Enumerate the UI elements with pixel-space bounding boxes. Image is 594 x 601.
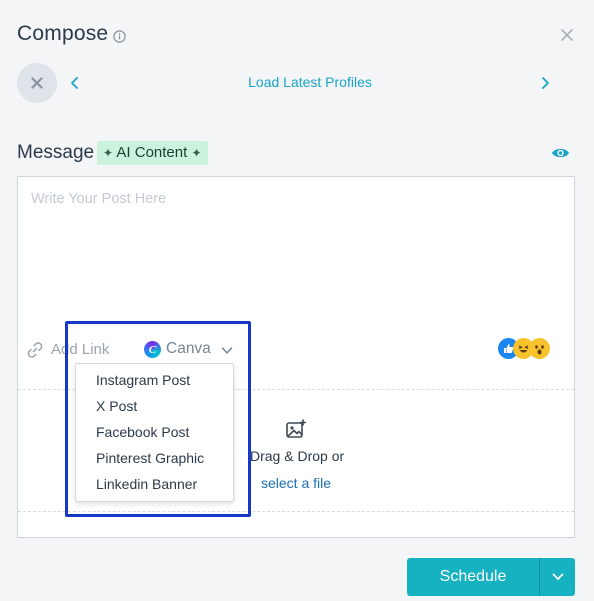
load-latest-profiles-link[interactable]: Load Latest Profiles bbox=[200, 74, 420, 90]
image-add-icon bbox=[286, 419, 306, 438]
remove-profile-button[interactable] bbox=[17, 63, 57, 103]
select-file-link[interactable]: select a file bbox=[261, 475, 331, 491]
chevron-right-icon[interactable] bbox=[538, 75, 552, 91]
canva-dropdown-menu: Instagram Post X Post Facebook Post Pint… bbox=[75, 363, 234, 502]
editor-toolbar: Add Link C Canva bbox=[18, 335, 574, 365]
menu-item-facebook-post[interactable]: Facebook Post bbox=[96, 424, 189, 440]
sparkle-icon: ✦ bbox=[191, 146, 202, 160]
wow-emoji-icon bbox=[529, 338, 550, 359]
close-icon[interactable] bbox=[560, 28, 574, 42]
info-icon[interactable] bbox=[113, 30, 126, 43]
ai-content-button[interactable]: ✦ AI Content ✦ bbox=[97, 141, 208, 165]
compose-panel: Compose Load Latest Profiles Message ✦ A… bbox=[0, 0, 594, 601]
sparkle-icon: ✦ bbox=[103, 146, 114, 160]
drag-drop-text: Drag & Drop or bbox=[250, 448, 345, 464]
emoji-reactions-icon[interactable] bbox=[498, 337, 558, 361]
menu-item-instagram-post[interactable]: Instagram Post bbox=[96, 372, 190, 388]
menu-item-linkedin-banner[interactable]: Linkedin Banner bbox=[96, 476, 197, 492]
chevron-left-icon[interactable] bbox=[68, 75, 82, 91]
eye-icon[interactable] bbox=[551, 146, 570, 160]
page-title: Compose bbox=[17, 22, 109, 45]
menu-item-x-post[interactable]: X Post bbox=[96, 398, 137, 414]
chevron-down-icon[interactable] bbox=[221, 346, 233, 355]
link-icon[interactable] bbox=[26, 341, 44, 359]
canva-logo-letter: C bbox=[148, 343, 157, 356]
menu-item-pinterest-graphic[interactable]: Pinterest Graphic bbox=[96, 450, 204, 466]
message-label: Message bbox=[17, 142, 95, 163]
schedule-button[interactable]: Schedule bbox=[407, 558, 539, 596]
canva-dropdown-button[interactable]: Canva bbox=[166, 340, 211, 358]
caret-down-icon bbox=[552, 573, 563, 580]
post-textarea-placeholder[interactable]: Write Your Post Here bbox=[31, 191, 166, 207]
add-link-button[interactable]: Add Link bbox=[51, 341, 109, 358]
ai-content-label: AI Content bbox=[116, 144, 188, 161]
canva-logo-icon[interactable]: C bbox=[144, 341, 161, 358]
remove-profile-icon bbox=[31, 77, 43, 89]
schedule-options-button[interactable] bbox=[540, 558, 575, 596]
